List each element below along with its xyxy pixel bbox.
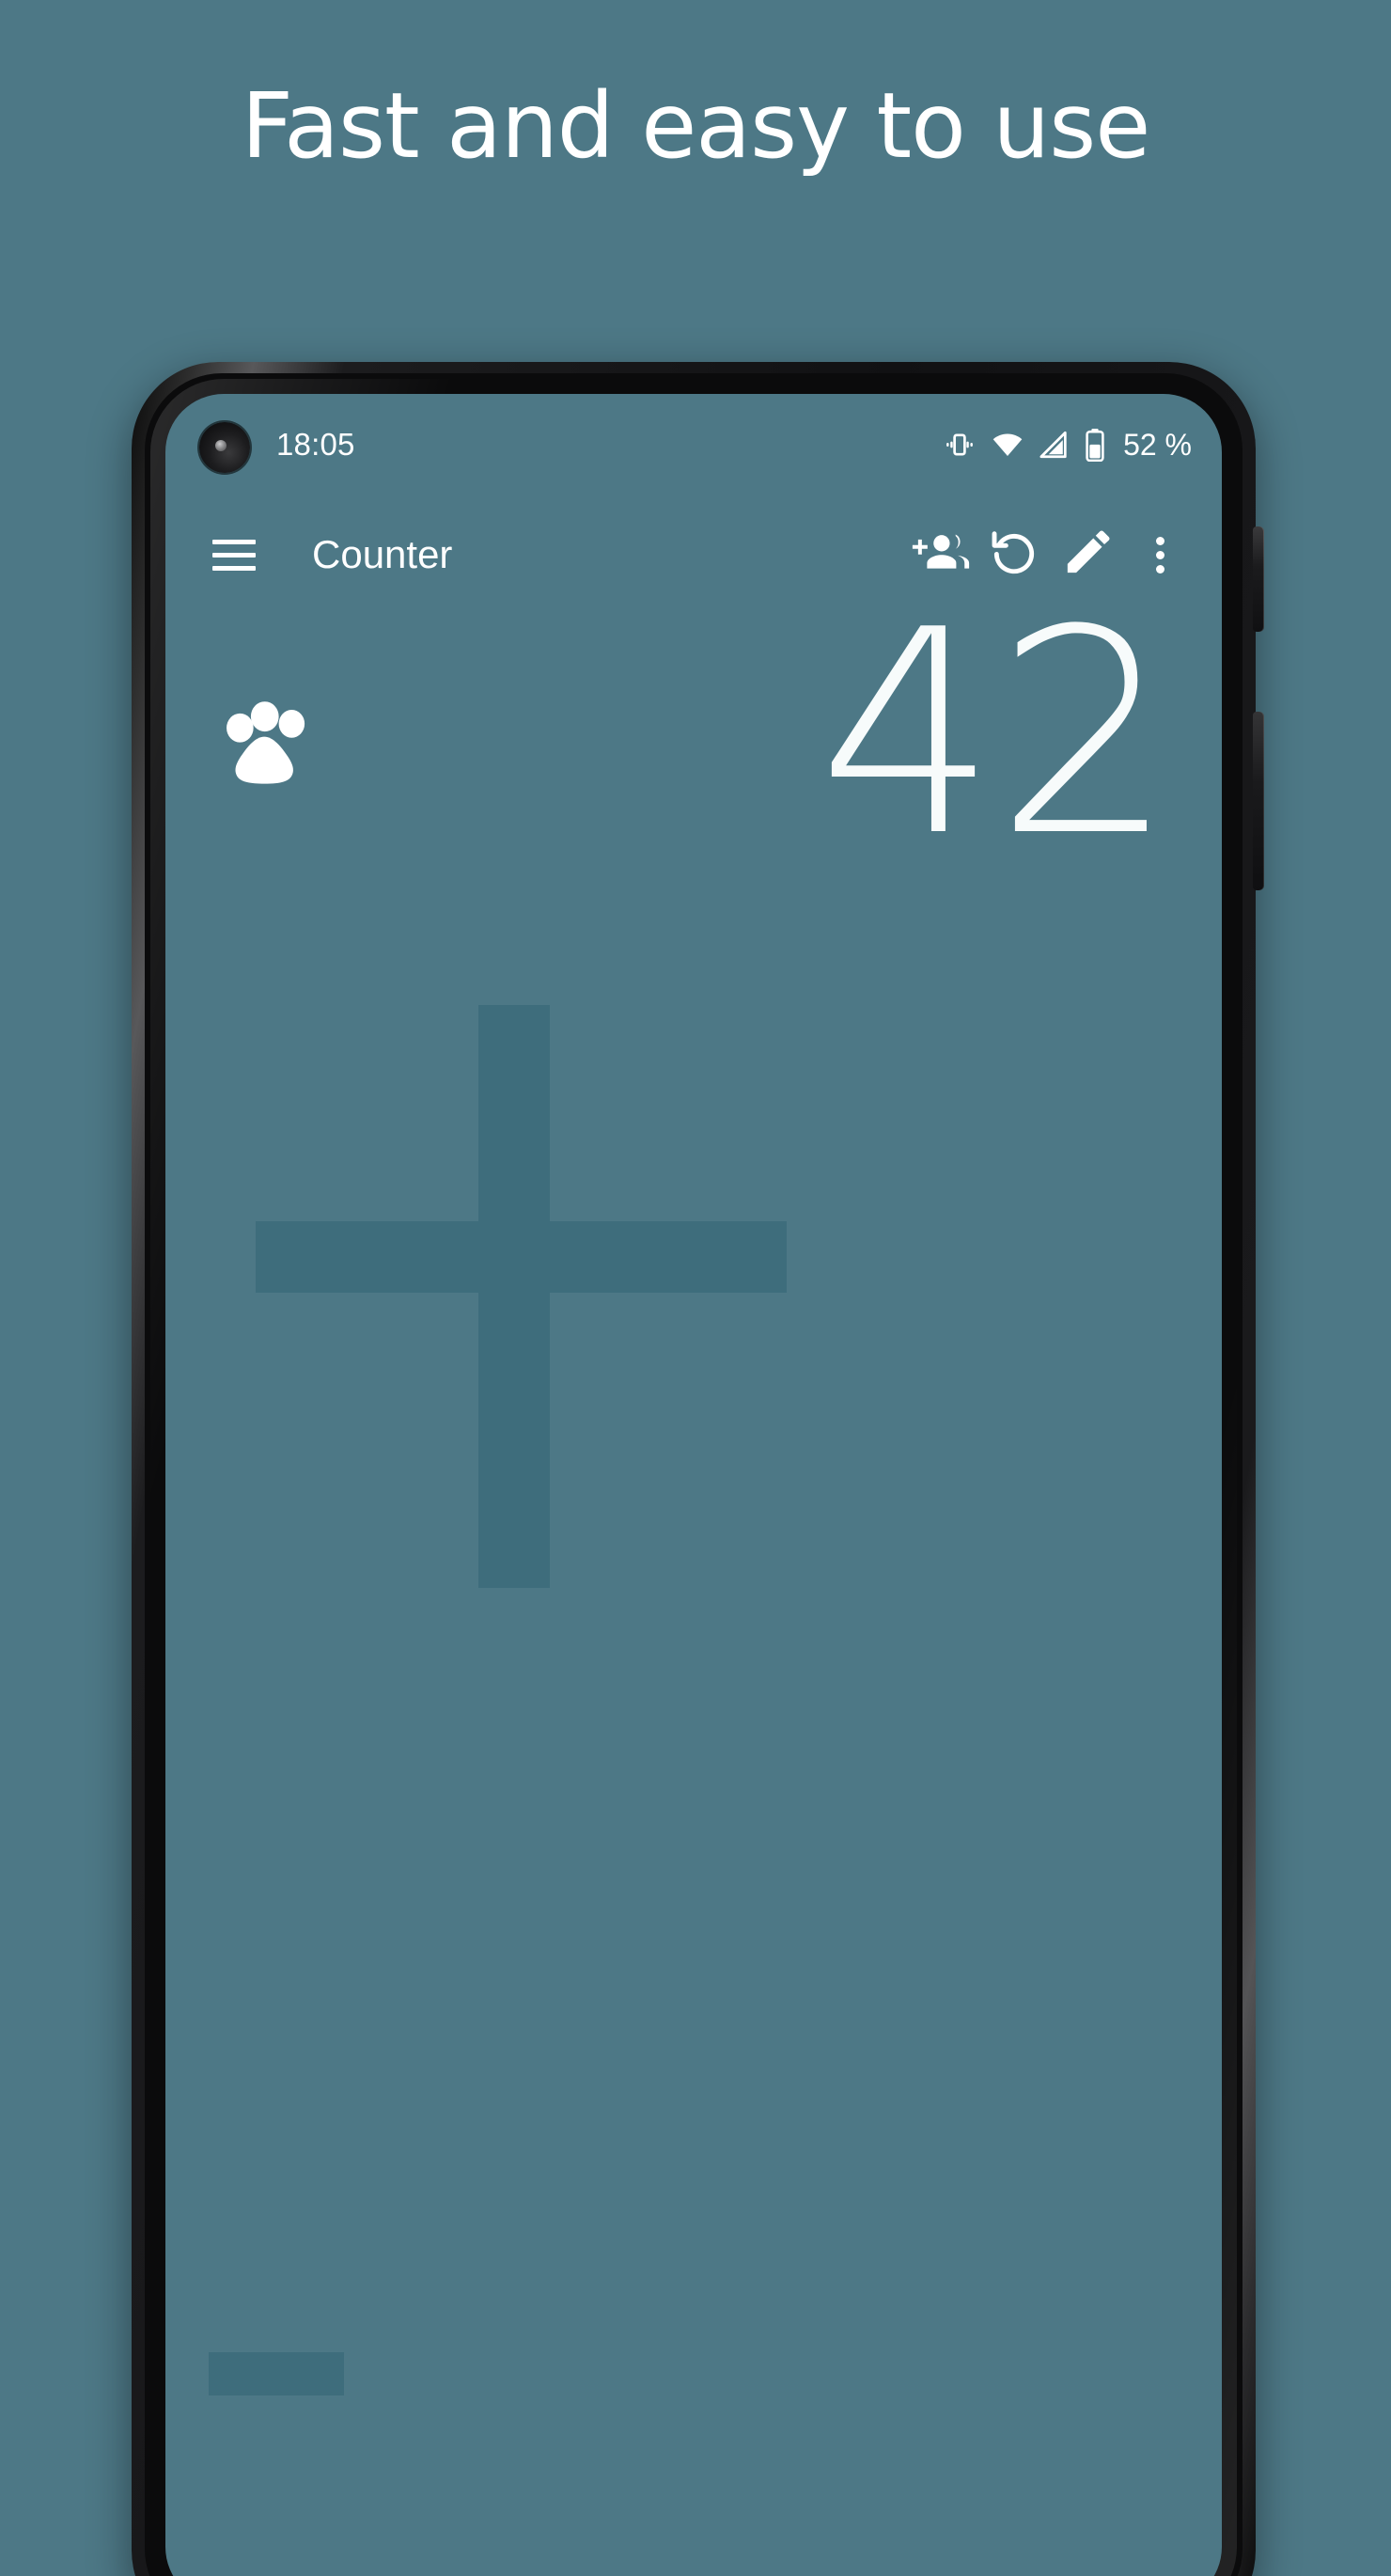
promo-screenshot: Fast and easy to use 18:05 52 % Counter …: [0, 0, 1391, 2576]
cellular-signal-icon: [1039, 429, 1071, 461]
volume-rocker-button[interactable]: [1253, 712, 1264, 890]
phone-screen: 18:05 52 % Counter 42: [165, 394, 1222, 2576]
front-camera-punch-hole: [199, 422, 250, 473]
battery-percentage-label: 52 %: [1123, 427, 1192, 462]
counter-value: 42: [818, 570, 1175, 898]
hamburger-menu-icon: [212, 540, 256, 571]
promo-headline: Fast and easy to use: [241, 73, 1151, 179]
paw-print-icon: [211, 689, 314, 793]
plus-icon-vertical-bar: [478, 1005, 550, 1588]
minus-icon: [209, 2352, 344, 2395]
vibrate-icon: [943, 429, 977, 461]
counter-display-row[interactable]: 42: [165, 593, 1222, 924]
plus-icon-horizontal-bar: [256, 1221, 787, 1293]
status-bar-clock: 18:05: [276, 427, 355, 462]
status-bar: 18:05 52 %: [165, 394, 1222, 495]
status-bar-icons: 52 %: [943, 394, 1192, 495]
battery-icon: [1084, 428, 1106, 462]
wifi-icon: [990, 429, 1025, 461]
power-button[interactable]: [1253, 526, 1264, 632]
hamburger-menu-button[interactable]: [197, 518, 271, 591]
app-title: Counter: [312, 532, 453, 576]
phone-device-mockup: 18:05 52 % Counter 42: [132, 362, 1264, 2576]
